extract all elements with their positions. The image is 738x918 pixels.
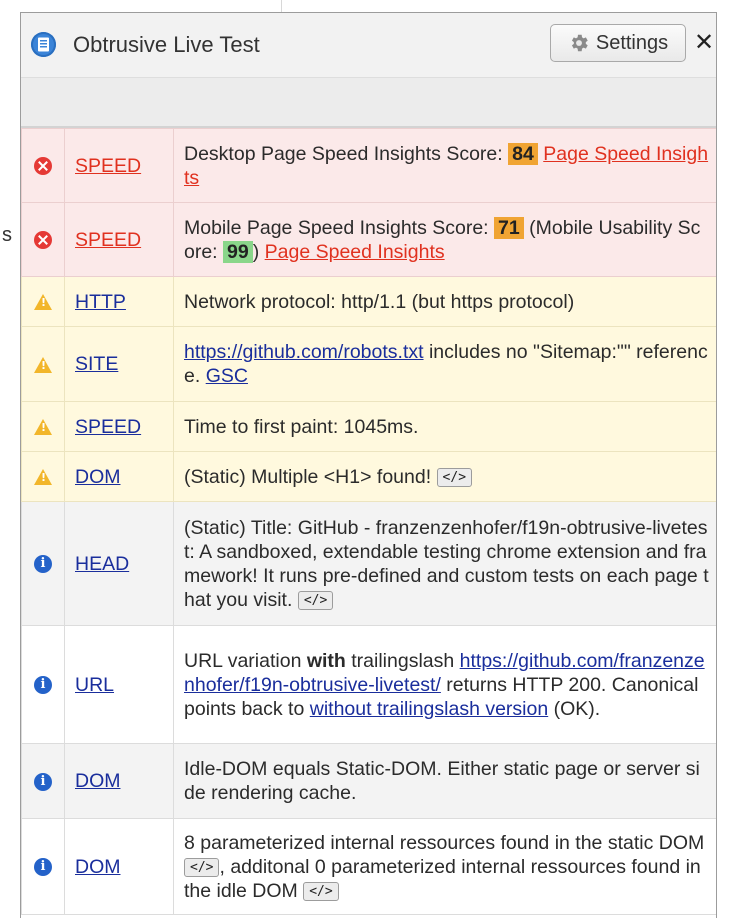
toolbar-strip bbox=[21, 78, 716, 128]
message-text: (Static) Multiple <H1> found! bbox=[184, 465, 437, 488]
gsc-link[interactable]: GSC bbox=[206, 365, 248, 387]
robots-txt-link[interactable]: https://github.com/robots.txt bbox=[184, 341, 424, 363]
results-table: SPEED Desktop Page Speed Insights Score:… bbox=[21, 128, 716, 915]
result-message: https://github.com/robots.txt includes n… bbox=[173, 326, 716, 402]
close-button[interactable]: ✕ bbox=[692, 29, 716, 57]
show-code-button[interactable]: </> bbox=[303, 881, 339, 901]
warning-triangle-icon: ! bbox=[34, 419, 52, 436]
message-text: , additonal 0 parameterized internal res… bbox=[184, 855, 701, 902]
result-message: Network protocol: http/1.1 (but https pr… bbox=[173, 276, 716, 327]
result-message: Mobile Page Speed Insights Score: 71 (Mo… bbox=[173, 202, 716, 277]
category-link[interactable]: SPEED bbox=[75, 416, 141, 438]
page-speed-insights-link[interactable]: Page Speed Insights bbox=[265, 241, 445, 263]
show-code-button[interactable]: </> bbox=[436, 467, 473, 487]
info-circle-icon: i bbox=[34, 772, 52, 791]
window-title: Obtrusive Live Test bbox=[73, 32, 260, 57]
result-message: Desktop Page Speed Insights Score: 84 Pa… bbox=[173, 128, 716, 203]
info-circle-icon: i bbox=[34, 676, 52, 695]
result-message: (Static) Multiple <H1> found! </> bbox=[173, 451, 716, 502]
result-message: Idle-DOM equals Static-DOM. Either stati… bbox=[173, 743, 716, 819]
result-message: Time to first paint: 1045ms. bbox=[173, 401, 716, 452]
table-row: ! SPEED Time to first paint: 1045ms. bbox=[21, 401, 716, 452]
category-link[interactable]: DOM bbox=[75, 856, 121, 878]
info-circle-icon: i bbox=[34, 858, 52, 877]
warning-triangle-icon: ! bbox=[34, 294, 52, 311]
category-link[interactable]: SITE bbox=[75, 353, 118, 375]
x-circle-icon bbox=[34, 157, 52, 176]
info-circle-icon: i bbox=[34, 555, 52, 574]
result-message: URL variation with trailingslash https:/… bbox=[173, 625, 716, 744]
table-row: i DOM Idle-DOM equals Static-DOM. Either… bbox=[21, 743, 716, 819]
document-icon bbox=[31, 32, 56, 57]
message-text: Mobile Page Speed Insights Score: bbox=[184, 216, 495, 239]
category-link[interactable]: URL bbox=[75, 674, 114, 696]
warning-triangle-icon: ! bbox=[34, 469, 52, 486]
table-row: SPEED Desktop Page Speed Insights Score:… bbox=[21, 128, 716, 203]
message-text: 8 parameterized internal ressources foun… bbox=[184, 831, 705, 854]
settings-button[interactable]: Settings bbox=[550, 24, 686, 62]
livetest-panel: Obtrusive Live Test Settings ✕ SPEED Des… bbox=[20, 12, 717, 918]
category-link[interactable]: DOM bbox=[75, 770, 121, 792]
message-text: (OK). bbox=[548, 697, 601, 720]
canonical-link[interactable]: without trailingslash version bbox=[310, 698, 548, 720]
category-link[interactable]: HTTP bbox=[75, 291, 126, 313]
show-code-button[interactable]: </> bbox=[297, 590, 334, 610]
table-row: ! SITE https://github.com/robots.txt inc… bbox=[21, 326, 716, 402]
table-row: SPEED Mobile Page Speed Insights Score: … bbox=[21, 202, 716, 277]
message-text: (Static) Title: GitHub - franzenzenhofer… bbox=[184, 516, 709, 611]
title-bar: Obtrusive Live Test Settings ✕ bbox=[21, 13, 716, 78]
result-message: 8 parameterized internal ressources foun… bbox=[173, 818, 716, 915]
message-text: trailingslash bbox=[345, 649, 460, 672]
category-link[interactable]: DOM bbox=[75, 466, 121, 488]
gear-icon bbox=[571, 34, 588, 52]
score-badge: 71 bbox=[494, 216, 524, 239]
table-row: i URL URL variation with trailingslash h… bbox=[21, 625, 716, 744]
message-text: ) bbox=[252, 240, 265, 263]
x-circle-icon bbox=[34, 231, 52, 250]
table-row: ! HTTP Network protocol: http/1.1 (but h… bbox=[21, 276, 716, 327]
table-row: ! DOM (Static) Multiple <H1> found! </> bbox=[21, 451, 716, 502]
category-link[interactable]: HEAD bbox=[75, 553, 129, 575]
category-link[interactable]: SPEED bbox=[75, 155, 141, 177]
message-text: Desktop Page Speed Insights Score: bbox=[184, 142, 509, 165]
close-icon: ✕ bbox=[693, 29, 715, 56]
show-code-button[interactable]: </> bbox=[184, 857, 220, 877]
message-bold-text: with bbox=[306, 649, 346, 672]
message-text: URL variation bbox=[184, 649, 307, 672]
background-text-fragment: s bbox=[2, 224, 12, 246]
settings-label: Settings bbox=[595, 31, 669, 54]
category-link[interactable]: SPEED bbox=[75, 229, 141, 251]
background-divider bbox=[281, 0, 282, 12]
table-row: i DOM 8 parameterized internal ressource… bbox=[21, 818, 716, 915]
usability-score-badge: 99 bbox=[223, 240, 253, 263]
score-badge: 84 bbox=[508, 142, 538, 165]
warning-triangle-icon: ! bbox=[34, 356, 52, 373]
table-row: i HEAD (Static) Title: GitHub - franzenz… bbox=[21, 501, 716, 626]
result-message: (Static) Title: GitHub - franzenzenhofer… bbox=[173, 501, 716, 626]
